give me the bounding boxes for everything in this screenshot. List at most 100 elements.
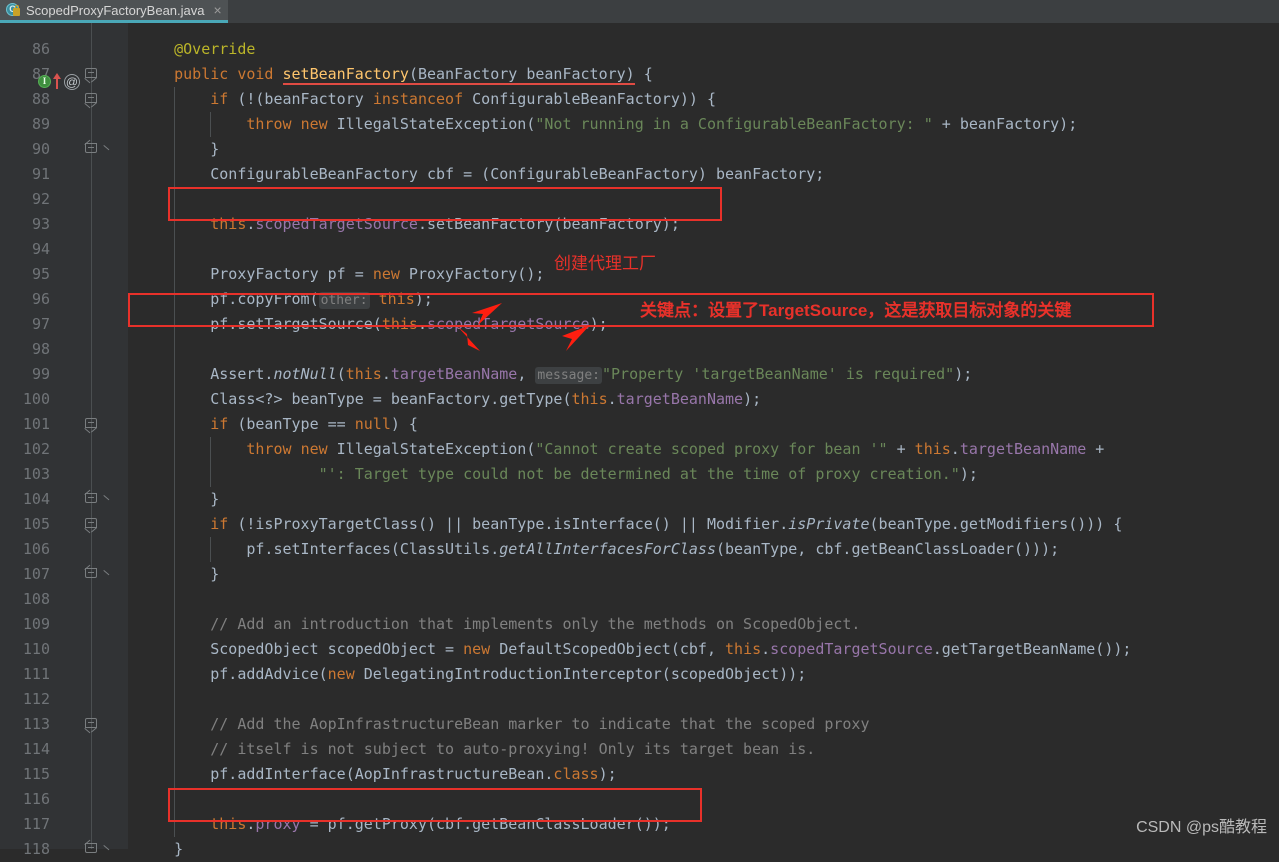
code-editor[interactable]: 86 87 88 89 90 91 92 93 94 95 96 97 98 99 100 101 102 103… [0,23,1279,858]
code-token: ); [743,390,762,408]
line-number: 106 [22,540,50,558]
code-line[interactable]: } [128,837,1279,862]
fold-down-icon[interactable] [84,68,98,84]
code-line[interactable]: } [128,562,1279,587]
code-line[interactable]: } [128,137,1279,162]
line-number: 94 [31,240,50,258]
fold-up-icon[interactable] [84,564,110,581]
line-number: 97 [31,315,50,333]
code-token: scopedTargetSource [770,640,933,658]
line-number: 91 [31,165,50,183]
parameter-hint: message: [535,367,602,384]
fold-down-icon[interactable] [84,518,98,534]
code-line[interactable] [128,187,1279,212]
code-line[interactable]: // Add an introduction that implements o… [128,612,1279,637]
code-line[interactable]: if (beanType == null) { [128,412,1279,437]
code-token: . [417,315,427,333]
line-number: 103 [22,465,50,483]
code-token: this [571,390,608,408]
code-line[interactable]: pf.addAdvice(new DelegatingIntroductionI… [128,662,1279,687]
code-line[interactable]: ConfigurableBeanFactory cbf = (Configura… [128,162,1279,187]
code-token: new [463,640,491,658]
code-line[interactable]: if (!isProxyTargetClass() || beanType.is… [128,512,1279,537]
implementing-method-icon[interactable]: I [38,75,51,88]
code-line[interactable]: @Override [128,37,1279,62]
code-token: if [210,415,229,433]
code-token: ProxyFactory pf = [138,265,373,283]
code-line[interactable]: public void setBeanFactory(BeanFactory b… [128,62,1279,87]
java-class-icon: C [6,2,21,18]
editor-gutter[interactable]: 86 87 88 89 90 91 92 93 94 95 96 97 98 99 100 101 102 103… [0,23,128,858]
fold-up-icon[interactable] [84,139,110,156]
code-token: this [210,215,247,233]
code-token: notNull [273,365,337,383]
fold-down-icon[interactable] [84,718,98,734]
code-line[interactable] [128,237,1279,262]
code-line[interactable]: Class<?> beanType = beanFactory.getType(… [128,387,1279,412]
line-number: 89 [31,115,50,133]
code-token: // itself is not subject to auto-proxyin… [138,740,816,758]
code-line[interactable]: pf.setInterfaces(ClassUtils.getAllInterf… [128,537,1279,562]
tab-scoped-proxy-factory-bean[interactable]: C ScopedProxyFactoryBean.java × [0,0,228,23]
watermark: CSDN @ps酷教程 [1136,819,1267,836]
code-line[interactable]: this.proxy = pf.getProxy(cbf.getBeanClas… [128,812,1279,837]
code-line[interactable]: Assert.notNull(this.targetBeanName, mess… [128,362,1279,387]
code-token: this [378,290,415,308]
code-token: this [725,640,762,658]
code-line[interactable]: "': Target type could not be determined … [128,462,1279,487]
code-content[interactable]: @Override public void setBeanFactory(Bea… [128,23,1279,858]
code-line[interactable]: pf.addInterface(AopInfrastructureBean.cl… [128,762,1279,787]
fold-down-icon[interactable] [84,418,98,434]
code-line[interactable]: // Add the AopInfrastructureBean marker … [128,712,1279,737]
fold-up-icon[interactable] [84,489,110,506]
code-token: // Add an introduction that implements o… [138,615,861,633]
code-line[interactable]: ScopedObject scopedObject = new DefaultS… [128,637,1279,662]
code-token: .getTargetBeanName()); [932,640,1132,658]
code-token: DelegatingIntroductionInterceptor(scoped… [354,665,807,683]
code-token: proxy [255,815,301,833]
fold-up-icon[interactable] [84,839,110,856]
code-line[interactable]: ProxyFactory pf = new ProxyFactory(); [128,262,1279,287]
code-line[interactable] [128,587,1279,612]
code-token: this [210,815,247,833]
code-line[interactable] [128,787,1279,812]
close-icon[interactable]: × [213,3,221,17]
code-token: void [237,65,274,83]
code-token: } [138,140,220,158]
code-token: this [345,365,382,383]
code-line[interactable]: if (!(beanFactory instanceof Configurabl… [128,87,1279,112]
line-number: 99 [31,365,50,383]
code-line[interactable]: // itself is not subject to auto-proxyin… [128,737,1279,762]
line-number: 108 [22,590,50,608]
line-number: 88 [31,90,50,108]
override-arrow-icon[interactable] [53,73,61,89]
code-line[interactable]: } [128,487,1279,512]
fold-down-icon[interactable] [84,93,98,109]
code-token: scopedTargetSource [255,215,418,233]
line-number: 104 [22,490,50,508]
code-token: new [300,440,328,458]
line-number: 105 [22,515,50,533]
line-number: 110 [22,640,50,658]
code-token: ScopedObject scopedObject = [138,640,464,658]
code-line[interactable]: this.scopedTargetSource.setBeanFactory(b… [128,212,1279,237]
code-line[interactable] [128,337,1279,362]
code-token: = pf.getProxy(cbf.getBeanClassLoader()); [300,815,671,833]
line-number: 101 [22,415,50,433]
code-token: ProxyFactory(); [399,265,545,283]
code-token: ConfigurableBeanFactory cbf = (Configura… [138,165,825,183]
code-line[interactable]: throw new IllegalStateException("Cannot … [128,437,1279,462]
code-token: . [761,640,771,658]
line-number: 95 [31,265,50,283]
annotation-gutter-icon[interactable]: @ [64,74,80,90]
code-line[interactable]: throw new IllegalStateException("Not run… [128,112,1279,137]
code-line[interactable] [128,687,1279,712]
